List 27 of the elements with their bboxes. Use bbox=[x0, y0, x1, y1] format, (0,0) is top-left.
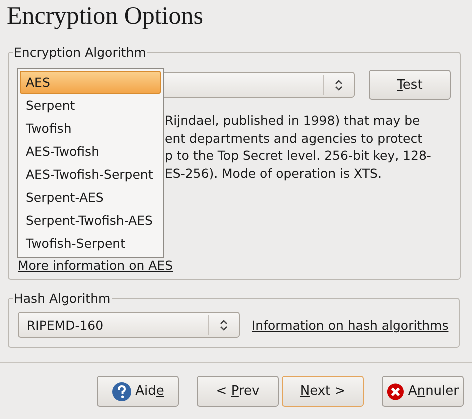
hash-combo[interactable]: RIPEMD-160 bbox=[18, 312, 240, 338]
up-down-arrow-icon bbox=[220, 318, 228, 332]
nav-button[interactable]: Next > bbox=[282, 376, 364, 407]
description-text: Rijndael, published in 1998) that may be bbox=[165, 112, 420, 130]
menu-item[interactable]: AES-Twofish-Serpent bbox=[18, 163, 163, 186]
help-button[interactable]: Aide bbox=[97, 376, 179, 407]
cancel-icon bbox=[387, 382, 404, 402]
hash-info-link[interactable]: Information on hash algorithms bbox=[252, 318, 449, 332]
menu-item[interactable]: Serpent-AES bbox=[18, 186, 163, 209]
description-text: ent departments and agencies to protect bbox=[165, 130, 422, 147]
up-down-arrow-icon bbox=[335, 78, 343, 92]
dialog-title: Encryption Options bbox=[6, 2, 205, 32]
cancel-button[interactable]: Annuler bbox=[382, 376, 464, 407]
description-text: ES-256). Mode of operation is XTS. bbox=[165, 164, 382, 182]
menu-item[interactable]: AES bbox=[20, 71, 161, 94]
group-legend: Hash Algorithm bbox=[13, 291, 112, 306]
menu-item[interactable]: AES-Twofish bbox=[18, 140, 163, 163]
menu-item[interactable]: Serpent bbox=[18, 94, 163, 117]
test-button[interactable]: Test bbox=[369, 70, 451, 100]
description-text: p to the Top Secret level. 256-bit key, 128- bbox=[165, 147, 432, 164]
help-icon bbox=[112, 382, 132, 402]
more-info-link[interactable]: More information on AES bbox=[18, 258, 174, 273]
nav-button[interactable]: < Prev bbox=[197, 376, 279, 407]
menu-item[interactable]: Twofish-Serpent bbox=[18, 232, 163, 255]
menu-item[interactable]: Twofish bbox=[18, 117, 163, 140]
group-legend: Encryption Algorithm bbox=[13, 45, 148, 60]
menu-item[interactable]: Serpent-Twofish-AES bbox=[18, 209, 163, 232]
